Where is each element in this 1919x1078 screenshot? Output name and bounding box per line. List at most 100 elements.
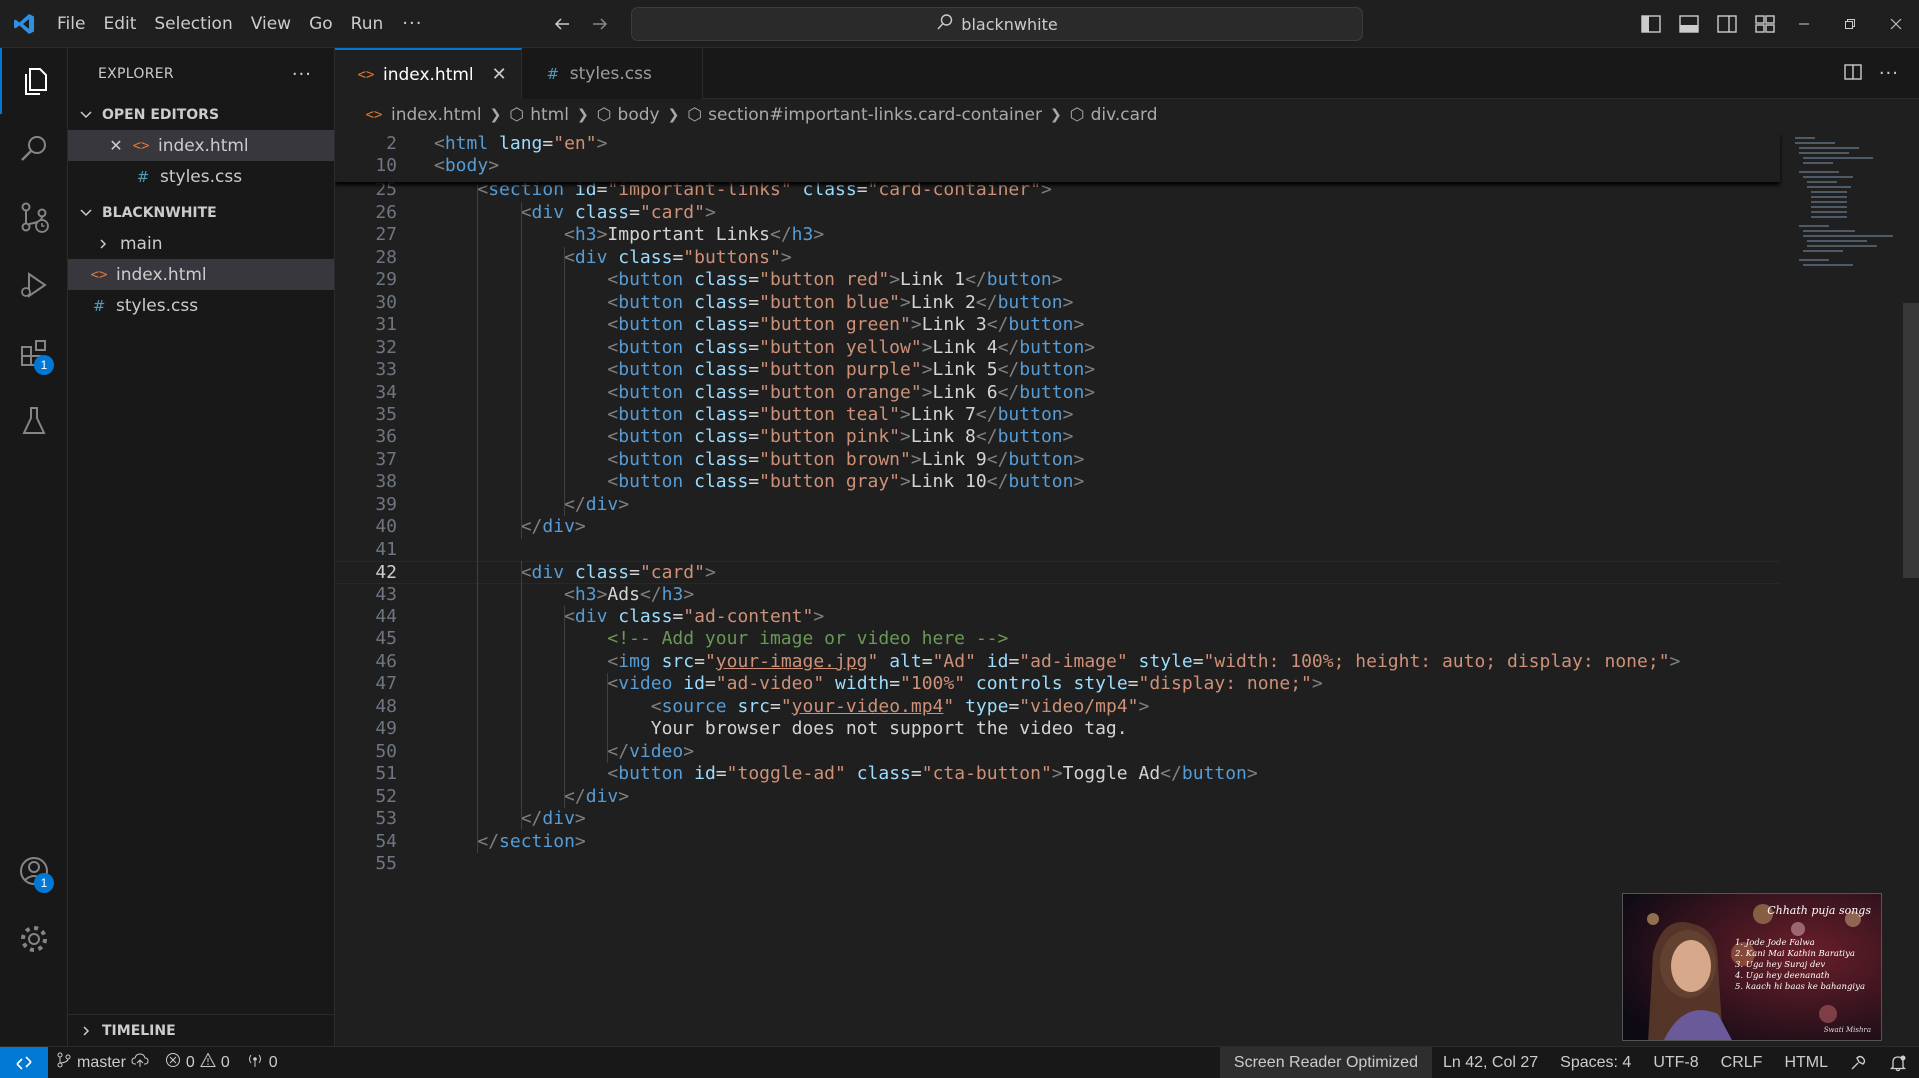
code-line[interactable]: 29 <button class="button red">Link 1</bu… <box>335 269 1780 291</box>
code-line[interactable]: 38 <button class="button gray">Link 10</… <box>335 471 1780 493</box>
folder-item-index-html[interactable]: <> index.html <box>68 259 334 290</box>
code-line[interactable]: 41 <box>335 539 1780 561</box>
line-number: 43 <box>375 583 397 605</box>
code-line[interactable]: 37 <button class="button brown">Link 9</… <box>335 449 1780 471</box>
eol-status[interactable]: CRLF <box>1710 1047 1774 1078</box>
code-line[interactable]: 33 <button class="button purple">Link 5<… <box>335 359 1780 381</box>
code-line[interactable]: 30 <button class="button blue">Link 2</b… <box>335 292 1780 314</box>
source-control-icon[interactable] <box>0 184 68 250</box>
menu-more-button[interactable]: ··· <box>392 13 432 34</box>
back-arrow-icon[interactable] <box>548 10 576 38</box>
cursor-position[interactable]: Ln 42, Col 27 <box>1432 1047 1549 1078</box>
sticky-line[interactable]: 2 <html lang="en"> <box>335 133 1780 155</box>
indentation-status[interactable]: Spaces: 4 <box>1549 1047 1642 1078</box>
close-editor-icon[interactable]: ✕ <box>106 136 126 155</box>
explorer-more-button[interactable]: ··· <box>292 64 312 85</box>
screen-reader-status[interactable]: Screen Reader Optimized <box>1219 1047 1432 1078</box>
code-line[interactable]: 32 <button class="button yellow">Link 4<… <box>335 337 1780 359</box>
open-editors-header[interactable]: OPEN EDITORS <box>68 100 334 130</box>
code-line[interactable]: 47 <video id="ad-video" width="100%" con… <box>335 673 1780 695</box>
explorer-icon[interactable] <box>0 48 68 114</box>
customize-layout-icon[interactable] <box>1752 11 1778 37</box>
menu-selection[interactable]: Selection <box>145 0 241 48</box>
command-center-search[interactable]: blacknwhite <box>631 7 1363 41</box>
sticky-line[interactable]: 10 <body> <box>335 155 1780 177</box>
breadcrumb-item[interactable]: ⬡ body <box>597 105 660 125</box>
code-line[interactable]: 55 <box>335 853 1780 875</box>
code-line[interactable]: 27 <h3>Important Links</h3> <box>335 224 1780 246</box>
notifications-bell-icon[interactable] <box>1877 1047 1919 1078</box>
thumbnail-title: Chhath puja songs <box>1767 904 1871 917</box>
settings-gear-icon[interactable] <box>0 906 68 972</box>
sticky-scroll[interactable]: 2 <html lang="en"> 10 <body> <box>335 133 1780 182</box>
indent-guide <box>564 246 566 517</box>
forward-arrow-icon[interactable] <box>586 10 614 38</box>
code-line[interactable]: 26 <div class="card"> <box>335 202 1780 224</box>
git-branch-status[interactable]: master <box>48 1047 157 1078</box>
folder-header[interactable]: BLACKNWHITE <box>68 198 334 228</box>
code-line[interactable]: 39 </div> <box>335 494 1780 516</box>
timeline-section[interactable]: TIMELINE <box>68 1014 335 1046</box>
toggle-secondary-sidebar-icon[interactable] <box>1714 11 1740 37</box>
code-line[interactable]: 45 <!-- Add your image or video here --> <box>335 628 1780 650</box>
folder-item-styles-css[interactable]: # styles.css <box>68 290 334 321</box>
menu-run[interactable]: Run <box>342 0 393 48</box>
code-line[interactable]: 40 </div> <box>335 516 1780 538</box>
menu-go[interactable]: Go <box>300 0 342 48</box>
extensions-icon[interactable]: 1 <box>0 320 68 386</box>
code-line[interactable]: 51 <button id="toggle-ad" class="cta-but… <box>335 763 1780 785</box>
split-editor-icon[interactable] <box>1843 62 1863 86</box>
breadcrumb-item[interactable]: ⬡ html <box>509 105 569 125</box>
close-tab-icon[interactable]: ✕ <box>492 64 507 85</box>
ports-status[interactable]: 0 <box>238 1047 286 1078</box>
code-line[interactable]: 53 </div> <box>335 808 1780 830</box>
menu-edit[interactable]: Edit <box>94 0 145 48</box>
video-thumbnail-overlay[interactable]: Chhath puja songs 1. Jode Jode Falwa 2. … <box>1622 893 1882 1041</box>
minimize-icon[interactable] <box>1781 0 1827 48</box>
code-line[interactable]: 43 <h3>Ads</h3> <box>335 584 1780 606</box>
code-line[interactable]: 49 Your browser does not support the vid… <box>335 718 1780 740</box>
breadcrumb-item[interactable]: ⬡ section#important-links.card-container <box>687 105 1042 125</box>
code-line[interactable]: 42 <div class="card"> <box>335 561 1780 584</box>
breadcrumb-item[interactable]: ⬡ div.card <box>1070 105 1158 125</box>
code-line[interactable]: 44 <div class="ad-content"> <box>335 606 1780 628</box>
toggle-primary-sidebar-icon[interactable] <box>1638 11 1664 37</box>
code-line[interactable]: 25 <section id="important-links" class="… <box>335 179 1780 201</box>
code-line[interactable]: 31 <button class="button green">Link 3</… <box>335 314 1780 336</box>
run-debug-icon[interactable] <box>0 252 68 318</box>
css-file-icon: # <box>546 64 560 83</box>
restore-icon[interactable] <box>1827 0 1873 48</box>
folder-item-main[interactable]: main <box>68 228 334 259</box>
open-editor-styles-css[interactable]: # styles.css <box>68 161 334 192</box>
language-mode[interactable]: HTML <box>1773 1047 1839 1078</box>
vertical-scrollbar[interactable] <box>1903 303 1919 578</box>
remote-indicator-icon[interactable] <box>0 1046 48 1078</box>
breadcrumb-item[interactable]: <> index.html <box>363 105 482 125</box>
code-line[interactable]: 54 </section> <box>335 831 1780 853</box>
minimap[interactable] <box>1791 133 1901 333</box>
editor-more-button[interactable]: ··· <box>1879 63 1899 84</box>
close-window-icon[interactable] <box>1873 0 1919 48</box>
code-line[interactable]: 48 <source src="your-video.mp4" type="vi… <box>335 696 1780 718</box>
toggle-panel-icon[interactable] <box>1676 11 1702 37</box>
encoding-status[interactable]: UTF-8 <box>1642 1047 1709 1078</box>
open-editor-index-html[interactable]: ✕ <> index.html <box>68 130 334 161</box>
code-line[interactable]: 36 <button class="button pink">Link 8</b… <box>335 426 1780 448</box>
tab-styles-css[interactable]: # styles.css <box>521 48 703 99</box>
code-line[interactable]: 34 <button class="button orange">Link 6<… <box>335 382 1780 404</box>
indent-guide <box>607 673 609 764</box>
code-line[interactable]: 35 <button class="button teal">Link 7</b… <box>335 404 1780 426</box>
accounts-icon[interactable]: 1 <box>0 838 68 904</box>
testing-flask-icon[interactable] <box>0 388 68 454</box>
cloud-sync-icon[interactable] <box>131 1052 149 1073</box>
code-line[interactable]: 28 <div class="buttons"> <box>335 247 1780 269</box>
tab-index-html[interactable]: <> index.html ✕ <box>335 48 522 99</box>
problems-status[interactable]: 0 0 <box>157 1047 238 1078</box>
menu-file[interactable]: File <box>48 0 94 48</box>
menu-view[interactable]: View <box>242 0 300 48</box>
search-view-icon[interactable] <box>0 116 68 182</box>
code-line[interactable]: 46 <img src="your-image.jpg" alt="Ad" id… <box>335 651 1780 673</box>
feedback-icon[interactable] <box>1839 1047 1877 1078</box>
code-line[interactable]: 50 </video> <box>335 741 1780 763</box>
code-line[interactable]: 52 </div> <box>335 786 1780 808</box>
